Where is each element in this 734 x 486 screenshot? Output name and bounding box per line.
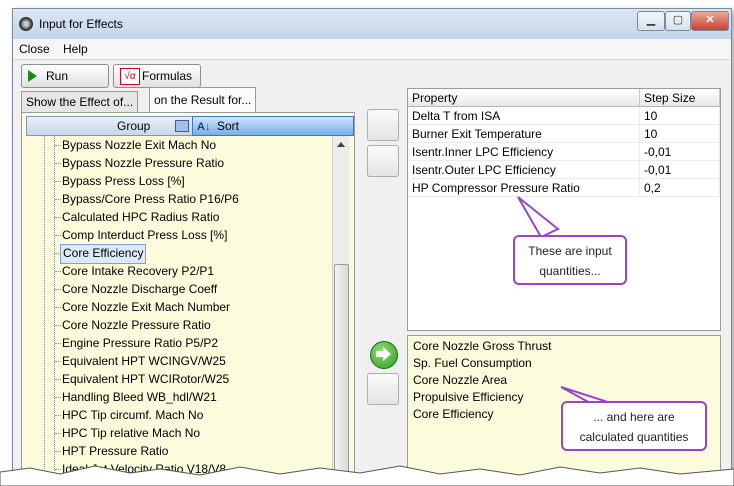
tree-connector [55,415,61,416]
tree-item[interactable]: Core Efficiency [60,244,147,264]
menu-bar: Close Help [13,39,731,60]
result-item[interactable]: Core Efficiency [413,406,493,423]
remove-result-button[interactable] [367,373,399,405]
input-for-effects-window: Input for Effects ▁ ▢ ✕ Close Help Run √… [12,8,732,480]
tree-connector [55,271,61,272]
tree-item[interactable]: Engine Pressure Ratio P5/P2 [62,334,218,352]
tree-connector [55,181,61,182]
tree-item[interactable]: HPT Pressure Ratio [62,442,168,460]
move-to-input-button[interactable] [367,109,399,141]
formulas-button[interactable]: √α Formulas [113,64,201,88]
tree-item[interactable]: HPC Tip relative Mach No [62,424,200,442]
tree-connector [55,451,61,452]
tree-connector [55,163,61,164]
column-header-property[interactable]: Property [408,89,640,107]
sort-az-icon: A↓ [197,121,211,133]
tree-item[interactable]: Core Nozzle Pressure Ratio [62,316,211,334]
group-button[interactable]: Group [117,118,150,134]
result-item[interactable]: Propulsive Efficiency [413,389,524,406]
minimize-button[interactable]: ▁ [637,11,665,31]
tree-item[interactable]: Core Intake Recovery P2/P1 [62,262,214,280]
tree-connector [55,145,61,146]
tree-item[interactable]: Equivalent HPT WCINGV/W25 [62,352,226,370]
property-cell[interactable]: Isentr.Inner LPC Efficiency [408,143,640,161]
tree-connector [55,307,61,308]
formulas-button-label: Formulas [142,69,193,83]
step-size-cell[interactable]: -0,01 [640,161,720,179]
property-table: Property Step Size Delta T from ISA 10 Bur… [407,88,721,331]
tree-item[interactable]: Core Nozzle Exit Mach Number [62,298,230,316]
tree-item[interactable]: Equivalent HPT WCIRotor/W25 [62,370,229,388]
calculated-callout: ... and here are calculated quantities [561,401,707,451]
column-header-step-size[interactable]: Step Size [640,89,720,107]
tree-connector [55,361,61,362]
result-item[interactable]: Core Nozzle Gross Thrust [413,338,552,355]
tree-guide-line [44,136,45,479]
property-cell[interactable]: Isentr.Outer LPC Efficiency [408,161,640,179]
window-title: Input for Effects [39,17,123,31]
property-cell[interactable]: Delta T from ISA [408,107,640,125]
tree-item[interactable]: Bypass/Core Press Ratio P16/P6 [62,190,239,208]
torn-edge [0,465,734,486]
tree-connector [55,343,61,344]
left-panel-header: Group A↓ Sort [26,116,354,136]
result-item[interactable]: Core Nozzle Area [413,372,507,389]
property-cell[interactable]: Burner Exit Temperature [408,125,640,143]
tree-connector [55,397,61,398]
tree-item[interactable]: Comp Interduct Press Loss [%] [62,226,227,244]
left-panel: Group A↓ Sort Bypass Nozzle Exit Mach No… [21,112,355,479]
close-window-button[interactable]: ✕ [691,11,729,31]
menu-help[interactable]: Help [63,42,88,56]
tree-connector [55,379,61,380]
tab-on-result-for[interactable]: on the Result for... [149,87,257,113]
run-button[interactable]: Run [21,64,109,88]
tree-item[interactable]: Calculated HPC Radius Ratio [62,208,219,226]
tree-item[interactable]: Core Nozzle Discharge Coeff [62,280,217,298]
play-icon [28,70,37,82]
tree-connector [55,289,61,290]
step-size-cell[interactable]: -0,01 [640,143,720,161]
tree-item[interactable]: Handling Bleed WB_hdl/W21 [62,388,217,406]
step-size-cell[interactable]: 10 [640,107,720,125]
remove-input-button[interactable] [367,145,399,177]
step-size-cell[interactable]: 10 [640,125,720,143]
tree-connector [55,235,61,236]
menu-close[interactable]: Close [19,42,50,56]
tree-item[interactable]: HPC Tip circumf. Mach No [62,406,203,424]
scrollbar-thumb[interactable] [334,264,349,476]
tree-connector [55,325,61,326]
left-scrollbar[interactable] [332,136,349,479]
sort-button-label: Sort [217,119,240,133]
app-icon [19,17,33,31]
toolbar: Run √α Formulas [13,60,731,90]
add-result-button[interactable] [370,341,398,369]
result-item[interactable]: Sp. Fuel Consumption [413,355,532,372]
tree-connector [55,433,61,434]
step-size-cell[interactable]: 0,2 [640,179,720,197]
tree-item[interactable]: Bypass Nozzle Pressure Ratio [62,154,224,172]
tree-connector [55,199,61,200]
title-bar[interactable]: Input for Effects ▁ ▢ ✕ [13,9,731,40]
arrow-head-icon [383,347,391,361]
tree-item[interactable]: Bypass Nozzle Exit Mach No [62,136,216,154]
maximize-button[interactable]: ▢ [665,11,691,31]
run-button-label: Run [46,69,69,83]
formula-icon: √α [120,68,140,85]
group-icon [175,120,189,132]
tree-item[interactable]: Bypass Press Loss [%] [62,172,185,190]
tab-show-effect-of[interactable]: Show the Effect of... [21,91,139,113]
property-cell[interactable]: HP Compressor Pressure Ratio [408,179,640,197]
sort-button[interactable]: A↓ Sort [192,116,354,136]
effect-tree: Bypass Nozzle Exit Mach No Bypass Nozzle … [26,136,332,479]
tree-connector [55,217,61,218]
input-callout: These are input quantities... [513,235,627,285]
scroll-up-icon[interactable] [337,142,345,147]
